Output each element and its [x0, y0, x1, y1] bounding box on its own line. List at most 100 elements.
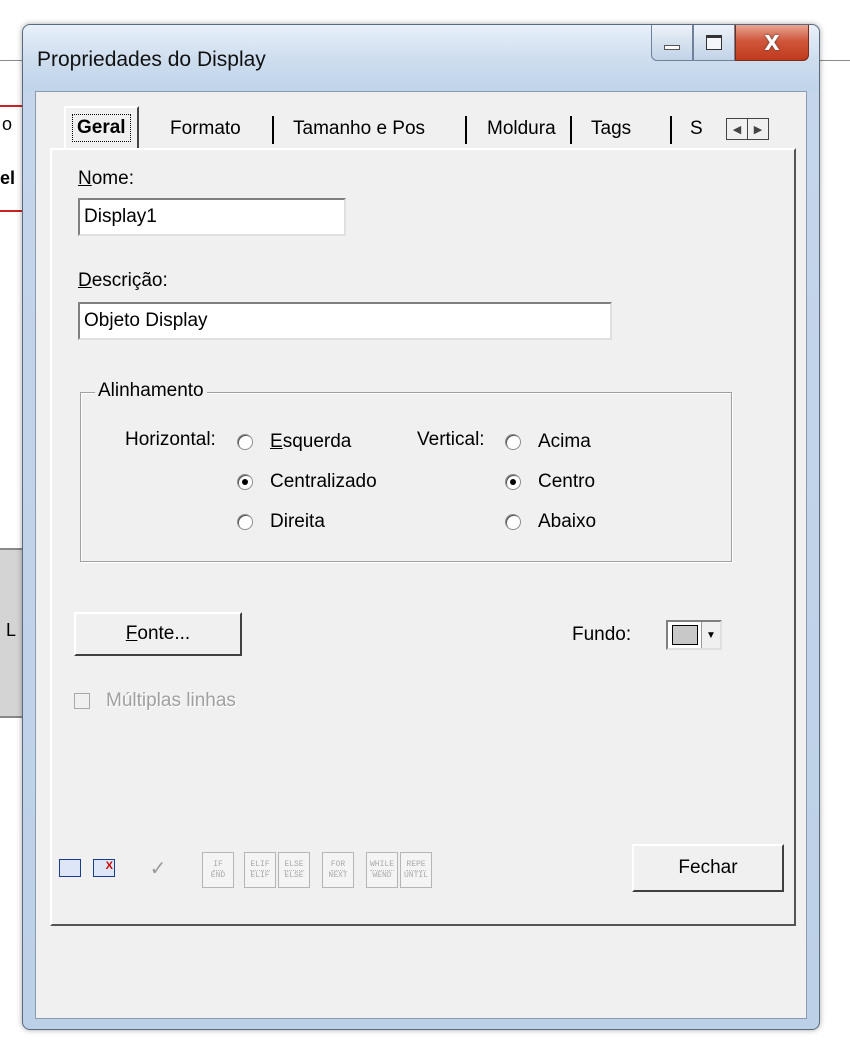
tab-label: Geral	[72, 114, 131, 142]
table-delete-icon	[93, 859, 115, 877]
radio-label: Centro	[538, 471, 596, 492]
tab-separator	[272, 116, 274, 144]
tab-label: Tags	[591, 118, 632, 139]
radio-circle	[505, 514, 521, 530]
background-border-top	[0, 60, 22, 61]
radio-circle	[505, 474, 521, 490]
radio-abaixo[interactable]: Abaixo	[505, 511, 596, 533]
delete-table-button[interactable]	[88, 852, 120, 884]
window-title: Propriedades do Display	[37, 48, 266, 71]
minimize-icon	[664, 45, 680, 50]
for-next-button[interactable]: FOR NEXT	[322, 852, 354, 888]
code-top: ELSE	[284, 859, 304, 871]
radio-circle	[237, 474, 253, 490]
else-button[interactable]: ELSE ELSE	[278, 852, 310, 888]
horizontal-label: Horizontal:	[125, 429, 216, 450]
tab-label: Formato	[170, 118, 241, 139]
background-text-fragment: el	[0, 168, 16, 188]
radio-acima[interactable]: Acima	[505, 431, 591, 453]
tab-geral[interactable]: Geral	[64, 106, 139, 148]
radio-selected-dot	[242, 479, 248, 485]
radio-direita[interactable]: Direita	[237, 511, 325, 533]
if-end-button[interactable]: IF END	[202, 852, 234, 888]
tab-tags[interactable]: Tags	[591, 112, 631, 146]
checkbox-label: Múltiplas linhas	[106, 690, 236, 711]
radio-circle	[505, 434, 521, 450]
tab-formato[interactable]: Formato	[170, 112, 241, 146]
table-button[interactable]	[54, 852, 86, 884]
close-window-button[interactable]: X	[735, 25, 809, 61]
tab-separator	[570, 116, 572, 144]
background-red-line	[0, 105, 22, 107]
tab-tamanho-e-pos[interactable]: Tamanho e Pos	[293, 112, 425, 146]
code-bottom: ELSE	[284, 870, 304, 880]
descricao-label: Descrição:	[78, 270, 168, 292]
mnemonic: F	[125, 623, 138, 644]
code-top: WHILE	[369, 859, 394, 871]
radio-centro[interactable]: Centro	[505, 471, 595, 493]
dialog-client-area: Geral Formato Tamanho e Pos Moldura Tags…	[35, 91, 807, 1019]
code-bottom: NEXT	[328, 870, 348, 880]
radio-label: Esquerda	[270, 431, 351, 453]
label-text: squerda	[282, 431, 352, 452]
nome-label: Nome:	[78, 168, 134, 190]
fechar-button[interactable]: Fechar	[632, 844, 784, 892]
nome-input[interactable]: Display1	[78, 198, 346, 236]
radio-label: Acima	[538, 431, 591, 452]
background-text-fragment: o	[2, 114, 13, 134]
label-text: escrição:	[91, 270, 168, 291]
multiplas-linhas-checkbox[interactable]: Múltiplas linhas	[74, 690, 236, 712]
background-border-right-top	[818, 60, 850, 61]
code-top: IF	[213, 859, 223, 871]
properties-dialog: Propriedades do Display X Geral Formato …	[22, 24, 820, 1030]
background-text-fragment: L	[6, 620, 17, 640]
mnemonic: E	[270, 431, 283, 452]
tab-scroll-right-button[interactable]: ▶	[747, 118, 769, 140]
tab-strip: Geral Formato Tamanho e Pos Moldura Tags…	[50, 106, 796, 148]
code-bottom: WEND	[372, 870, 392, 880]
tab-moldura[interactable]: Moldura	[487, 112, 556, 146]
arrow-left-icon: ◀	[732, 123, 742, 136]
code-bottom: ELIF	[250, 870, 270, 880]
radio-circle	[237, 514, 253, 530]
maximize-icon	[706, 35, 722, 50]
alinhamento-group: Alinhamento Horizontal: Esquerda Central…	[80, 380, 732, 562]
code-top: FOR	[330, 859, 346, 871]
fonte-button[interactable]: Fonte...	[74, 612, 242, 656]
tab-s[interactable]: S	[690, 112, 703, 146]
radio-label: Centralizado	[270, 471, 377, 492]
maximize-button[interactable]	[693, 25, 735, 61]
fundo-color-picker[interactable]: ▼	[666, 620, 722, 650]
mnemonic: N	[78, 168, 92, 189]
while-wend-button[interactable]: WHILE WEND	[366, 852, 398, 888]
color-swatch	[672, 625, 698, 645]
elif-button[interactable]: ELIF ELIF	[244, 852, 276, 888]
tab-label: Moldura	[487, 118, 556, 139]
vertical-label: Vertical:	[417, 429, 485, 450]
tab-label: S	[690, 118, 703, 139]
code-top: ELIF	[250, 859, 270, 871]
code-bottom: END	[210, 870, 226, 880]
mnemonic: D	[78, 270, 92, 291]
radio-centralizado[interactable]: Centralizado	[237, 471, 377, 493]
descricao-input[interactable]: Objeto Display	[78, 302, 612, 340]
minimize-button[interactable]	[651, 25, 693, 61]
code-bottom: UNTIL	[403, 870, 428, 880]
group-title: Alinhamento	[95, 380, 207, 402]
chevron-down-icon: ▼	[701, 622, 720, 648]
checklist-icon: ✓	[149, 856, 167, 880]
tab-panel-geral: Nome: Display1 Descrição: Objeto Display…	[50, 148, 796, 926]
title-bar[interactable]: Propriedades do Display X	[23, 25, 819, 91]
radio-selected-dot	[510, 479, 516, 485]
tab-scroll-left-button[interactable]: ◀	[726, 118, 748, 140]
validate-button[interactable]: ✓	[142, 852, 174, 884]
fundo-label: Fundo:	[572, 624, 632, 645]
background-red-line	[0, 210, 22, 212]
radio-circle	[237, 434, 253, 450]
table-icon	[59, 859, 81, 877]
repeat-until-button[interactable]: REPE UNTIL	[400, 852, 432, 888]
label-text: ome:	[91, 168, 134, 189]
tab-separator	[670, 116, 672, 144]
button-label: onte...	[137, 623, 191, 644]
radio-esquerda[interactable]: Esquerda	[237, 431, 351, 453]
